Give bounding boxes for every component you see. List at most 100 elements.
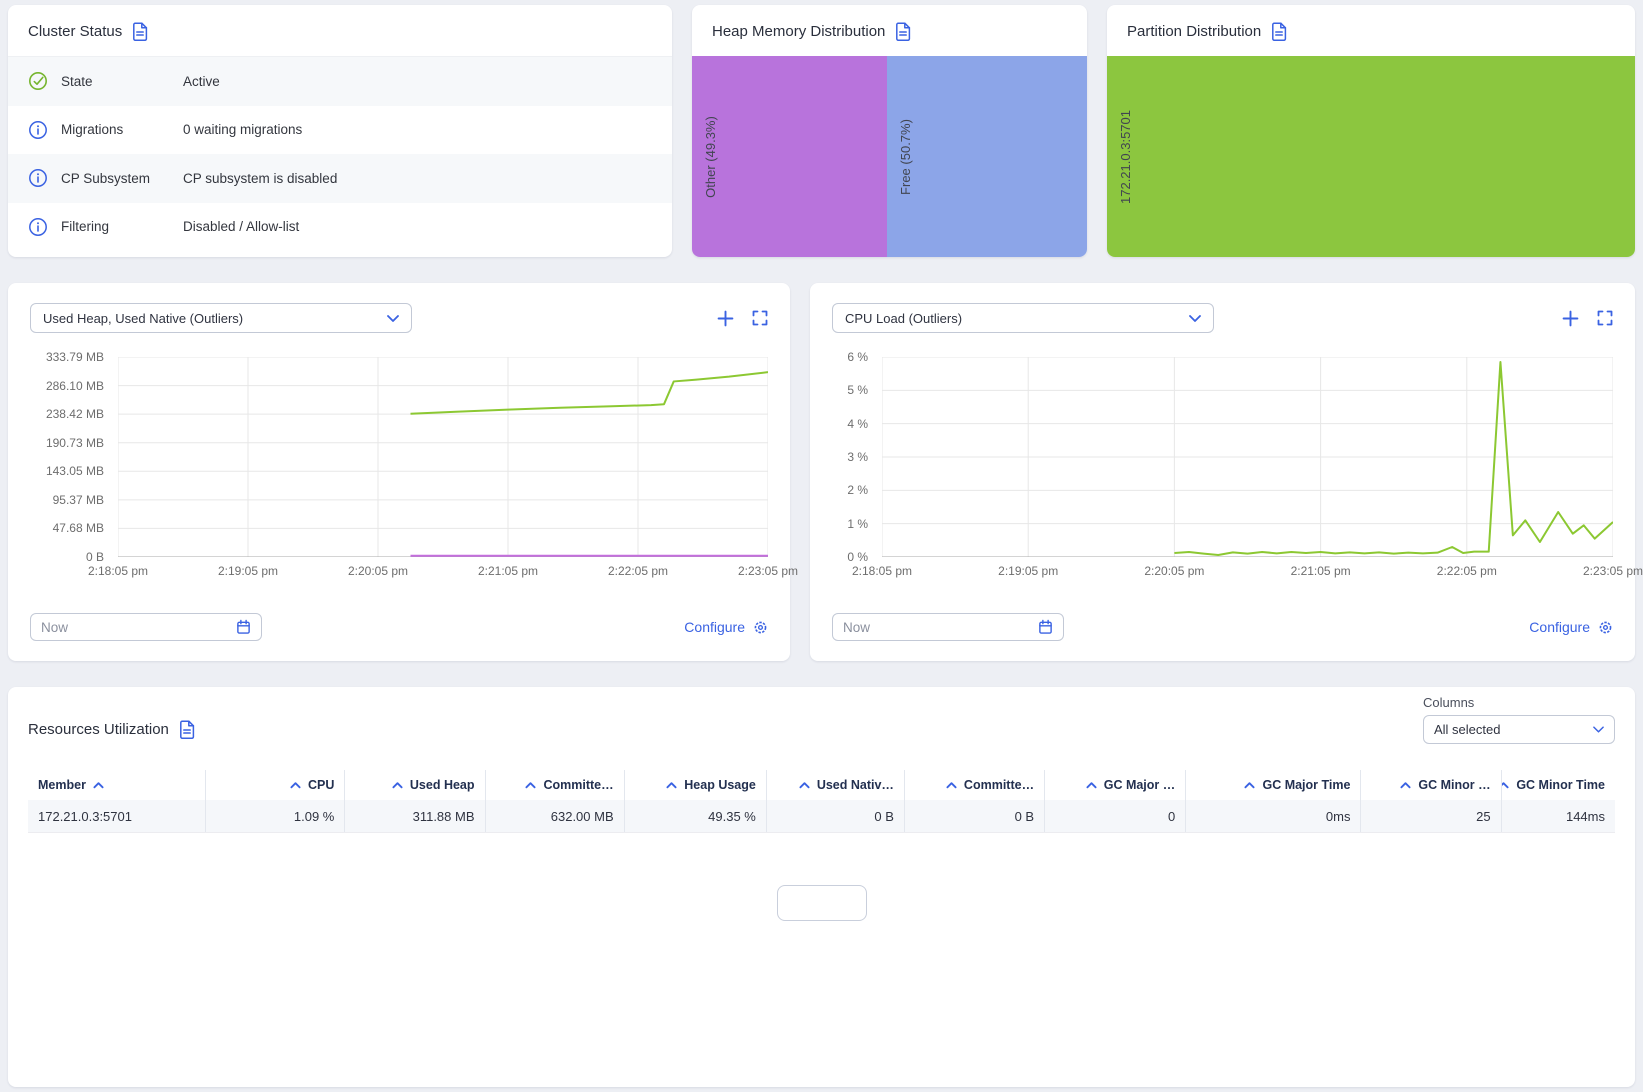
fullscreen-icon[interactable] (1597, 310, 1613, 326)
members-table: Member CPU Used Heap Committe… Heap Usage Use… (28, 770, 1615, 833)
columns-select[interactable]: All selected (1423, 715, 1615, 744)
table-cell: 49.35 % (623, 800, 766, 832)
column-header-used-heap[interactable]: Used Heap (344, 770, 484, 800)
time-travel-value: Now (843, 619, 871, 635)
column-header-member[interactable]: Member (28, 770, 205, 800)
y-axis-tick-label: 2 % (847, 483, 868, 498)
sort-asc-icon (392, 782, 403, 789)
y-axis-tick-label: 4 % (847, 416, 868, 431)
cpu-metrics-chart-card: CPU Load (Outliers) 6 % 5 % 4 % 3 % 2 % 1 % 0 … (810, 283, 1643, 661)
column-header-gc-major-[interactable]: GC Major … (1044, 770, 1185, 800)
table-cell: 0ms (1185, 800, 1360, 832)
document-icon[interactable] (179, 720, 195, 739)
metric-select-value: Used Heap, Used Native (Outliers) (43, 310, 244, 326)
metric-select[interactable]: Used Heap, Used Native (Outliers) (30, 303, 412, 333)
distribution-segment[interactable]: Free (50.7%) (886, 56, 1087, 257)
check-circle-icon (29, 72, 47, 91)
member-cell: 172.21.0.3:5701 (38, 808, 132, 824)
sort-asc-icon (666, 782, 677, 789)
y-axis-tick-label: 1 % (847, 516, 868, 531)
distribution-segment[interactable]: 172.21.0.3:5701 (1107, 56, 1635, 257)
sort-asc-icon (1086, 782, 1097, 789)
sort-asc-icon (799, 782, 810, 789)
sort-asc-icon (1400, 782, 1411, 789)
columns-picker: Columns All selected (1423, 695, 1615, 744)
x-axis-tick-label: 2:20:05 pm (1144, 564, 1205, 578)
column-header-label: GC Major Time (1262, 778, 1351, 792)
sort-asc-icon (946, 782, 957, 789)
table-cell: 0 (1044, 800, 1185, 832)
x-axis: 2:18:05 pm 2:19:05 pm 2:20:05 pm 2:21:05 pm… (88, 557, 798, 581)
column-header-label: Committe… (963, 778, 1035, 792)
status-label: Migrations (61, 122, 124, 138)
document-icon[interactable] (1271, 22, 1287, 41)
document-icon[interactable] (895, 22, 911, 41)
distribution-segment-label: 172.21.0.3:5701 (1118, 109, 1133, 204)
table-cell: 1.09 % (205, 800, 344, 832)
column-header-label: GC Minor … (1418, 778, 1491, 792)
x-axis-tick-label: 2:19:05 pm (217, 564, 279, 578)
dashboard-page: Cluster Status State Active Migrations 0… (0, 0, 1643, 1092)
table-cell: 144ms (1500, 800, 1615, 832)
x-axis-tick-label: 2:18:05 pm (851, 564, 913, 578)
column-header-committe-[interactable]: Committe… (484, 770, 624, 800)
column-header-used-nativ-[interactable]: Used Nativ… (765, 770, 904, 800)
gear-icon (1599, 621, 1612, 633)
info-circle-icon (29, 217, 47, 236)
table-cell: 311.88 MB (344, 800, 484, 832)
resources-utilization-title: Resources Utilization (28, 721, 169, 738)
y-axis-tick-label: 95.37 MB (52, 492, 104, 507)
column-header-label: Member (38, 778, 86, 792)
metric-select[interactable]: CPU Load (Outliers) (832, 303, 1214, 333)
time-travel-input[interactable]: Now (30, 613, 262, 641)
add-chart-icon[interactable] (1562, 310, 1579, 327)
column-header-label: CPU (307, 778, 335, 792)
y-axis-tick-label: 286.10 MB (45, 378, 104, 393)
y-axis-tick-label: 0 B (85, 550, 104, 564)
add-chart-icon[interactable] (717, 310, 734, 327)
column-header-committe-[interactable]: Committe… (903, 770, 1044, 800)
table-row[interactable]: 172.21.0.3:5701 1.09 % 311.88 MB 632.00 MB 4… (28, 800, 1615, 833)
column-header-label: GC Major … (1103, 778, 1176, 792)
column-header-gc-minor-time[interactable]: GC Minor Time (1500, 770, 1615, 800)
status-label: CP Subsystem (61, 170, 151, 186)
columns-label: Columns (1423, 695, 1475, 710)
x-axis: 2:18:05 pm 2:19:05 pm 2:20:05 pm 2:21:05 pm… (852, 557, 1643, 581)
column-header-heap-usage[interactable]: Heap Usage (623, 770, 766, 800)
cluster-status-row-cp-subsystem: CP Subsystem CP subsystem is disabled (8, 154, 672, 203)
status-value: Active (183, 73, 220, 89)
fullscreen-icon[interactable] (752, 310, 768, 326)
table-cell: 0 B (765, 800, 904, 832)
status-label: State (61, 73, 93, 89)
document-icon[interactable] (132, 22, 148, 41)
info-circle-icon (29, 120, 47, 139)
x-axis-tick-label: 2:18:05 pm (87, 564, 149, 578)
table-cell: 25 (1360, 800, 1500, 832)
info-circle-icon (29, 169, 47, 188)
y-axis: 6 % 5 % 4 % 3 % 2 % 1 % 0 % (832, 350, 876, 564)
configure-link[interactable]: Configure (1529, 619, 1613, 635)
column-header-label: Committe… (543, 778, 614, 792)
cluster-status-row-state: State Active (8, 57, 672, 106)
time-travel-input[interactable]: Now (832, 613, 1064, 641)
configure-link[interactable]: Configure (684, 619, 768, 635)
sort-asc-icon (93, 782, 104, 789)
heap-distribution-bars: Other (49.3%) Free (50.7%) (692, 56, 1087, 257)
resources-utilization-card: Columns All selected Resources Utilizati… (8, 687, 1635, 1087)
cpu-line-chart (882, 357, 1613, 557)
partition-distribution-bars: 172.21.0.3:5701 (1107, 56, 1635, 257)
chevron-down-icon (1189, 314, 1201, 322)
distribution-segment[interactable]: Other (49.3%) (692, 56, 887, 257)
distribution-segment-label: Free (50.7%) (897, 118, 913, 195)
column-header-gc-minor-[interactable]: GC Minor … (1360, 770, 1500, 800)
column-header-gc-major-time[interactable]: GC Major Time (1185, 770, 1360, 800)
x-axis-tick-label: 2:22:05 pm (1436, 564, 1497, 578)
y-axis: 333.79 MB 286.10 MB 238.42 MB 190.73 MB 143.… (30, 350, 112, 564)
y-axis-tick-label: 5 % (847, 383, 868, 398)
pagination-control[interactable] (776, 885, 867, 921)
x-axis-tick-label: 2:22:05 pm (607, 564, 669, 578)
metric-select-value: CPU Load (Outliers) (845, 310, 963, 326)
cluster-status-row-filtering: Filtering Disabled / Allow-list (8, 203, 672, 252)
series-line-cpu-load (1174, 362, 1613, 555)
column-header-cpu[interactable]: CPU (205, 770, 344, 800)
